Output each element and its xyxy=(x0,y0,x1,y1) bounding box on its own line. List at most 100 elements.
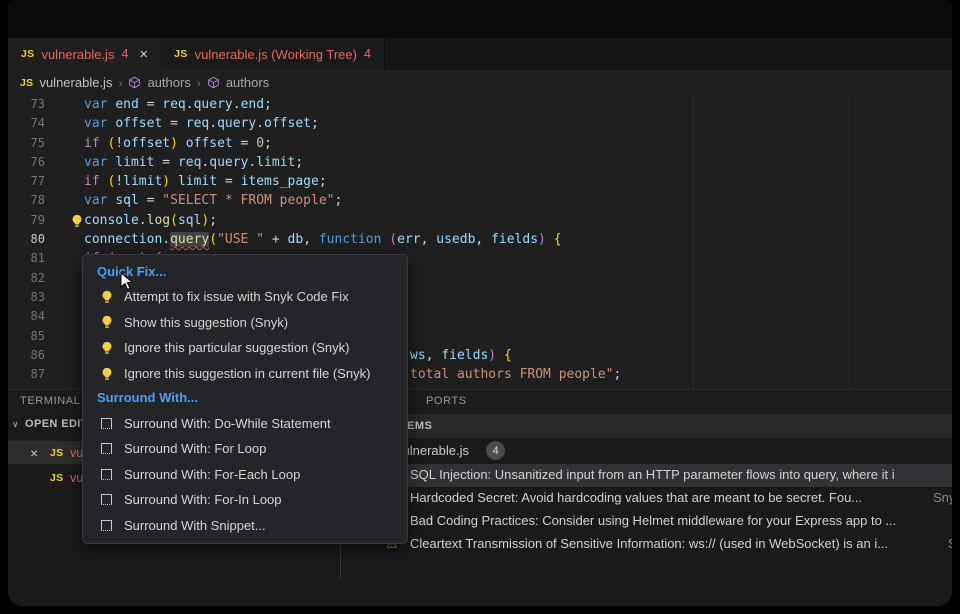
mouse-cursor-icon xyxy=(120,272,136,292)
code-token: "SELECT * FROM people" xyxy=(162,193,334,208)
line-number: 82 xyxy=(8,269,66,288)
code-token: . xyxy=(256,116,264,131)
close-icon[interactable]: × xyxy=(30,445,38,461)
problems-count-badge: 4 xyxy=(486,441,505,460)
code-token: ; xyxy=(264,136,272,151)
line-number: 73 xyxy=(8,95,66,114)
code-token: = xyxy=(162,116,185,131)
vscode-window: JS vulnerable.js 4 × JS vulnerable.js (W… xyxy=(8,0,952,606)
code-token: query xyxy=(217,116,256,131)
code-token: if xyxy=(84,136,107,151)
problems-panel: PROBLEMS vulnerable.js 4 ⚠SQL Injection:… xyxy=(340,413,952,606)
code-token: if xyxy=(84,174,107,189)
code-token: query xyxy=(209,155,248,170)
code-token: sql xyxy=(178,213,201,228)
menu-item[interactable]: Surround With: Do-While Statement xyxy=(83,410,407,436)
code-token: ; xyxy=(209,213,217,228)
code-token: req xyxy=(178,155,201,170)
code-line-78: 78 var sql = "SELECT * FROM people"; xyxy=(8,191,952,210)
js-file-icon: JS xyxy=(50,472,63,484)
problem-row[interactable]: ⚠SQL Injection: Unsanitized input from a… xyxy=(340,464,952,487)
problem-row[interactable]: ⚠Hardcoded Secret: Avoid hardcoding valu… xyxy=(340,487,952,510)
line-number: 74 xyxy=(8,114,66,133)
highlighted-symbol-query: query xyxy=(170,232,209,247)
code-token: log xyxy=(147,213,170,228)
surround-snippet-icon xyxy=(99,492,114,507)
menu-item-label: Surround With: Do-While Statement xyxy=(124,416,331,431)
breadcrumb-file[interactable]: vulnerable.js xyxy=(39,75,112,90)
code-token: items_page xyxy=(241,174,319,189)
tab-label: vulnerable.js xyxy=(41,47,114,62)
problem-row[interactable]: ⚠Bad Coding Practices: Consider using He… xyxy=(340,510,952,533)
code-token: { xyxy=(504,348,512,363)
line-number: 87 xyxy=(8,365,66,384)
code-token xyxy=(546,232,554,247)
tab-problem-count: 4 xyxy=(364,47,371,61)
code-line-80: 80connection.query("USE " + db, function… xyxy=(8,230,952,249)
breadcrumb-symbol[interactable]: authors xyxy=(147,75,190,90)
js-file-icon: JS xyxy=(20,77,33,89)
problem-message: Bad Coding Practices: Consider using Hel… xyxy=(410,513,896,528)
code-token: limit xyxy=(123,174,162,189)
line-number: 75 xyxy=(8,134,66,153)
lightbulb-icon xyxy=(99,315,114,330)
code-token: sql xyxy=(115,193,138,208)
lightbulb-icon xyxy=(99,366,114,381)
code-token: end xyxy=(241,97,264,112)
code-token: ( xyxy=(170,213,178,228)
menu-item[interactable]: Surround With Snippet... xyxy=(83,513,407,539)
code-token: ; xyxy=(334,193,342,208)
code-token: , xyxy=(475,232,491,247)
tab-vulnerable-js[interactable]: JS vulnerable.js 4 × xyxy=(8,38,161,70)
problem-row[interactable]: ⚠Cleartext Transmission of Sensitive Inf… xyxy=(340,533,952,556)
line-number: 77 xyxy=(8,172,66,191)
code-token: ! xyxy=(115,174,123,189)
code-token: ) xyxy=(488,348,496,363)
code-token: ! xyxy=(115,136,123,151)
problem-source-label: Snyk xyxy=(933,490,952,505)
line-number: 78 xyxy=(8,191,66,210)
code-token: function xyxy=(319,232,389,247)
code-token: ( xyxy=(209,232,217,247)
code-token: var xyxy=(84,116,115,131)
menu-item-label: Surround With: For-In Loop xyxy=(124,492,282,507)
menu-item[interactable]: Surround With: For-In Loop xyxy=(83,487,407,513)
line-number: 76 xyxy=(8,153,66,172)
code-token: , xyxy=(303,232,319,247)
code-line-76: 76var limit = req.query.limit; xyxy=(8,153,952,172)
code-token: { xyxy=(554,232,562,247)
menu-item[interactable]: Surround With: For-Each Loop xyxy=(83,462,407,488)
panel-tab-ports[interactable]: PORTS xyxy=(426,395,467,407)
panel-tab-terminal[interactable]: TERMINAL xyxy=(20,395,80,407)
symbol-module-icon xyxy=(128,76,141,89)
quick-fix-context-menu: Quick Fix...Attempt to fix issue with Sn… xyxy=(82,254,408,544)
code-token: var xyxy=(84,193,115,208)
menu-item-label: Ignore this particular suggestion (Snyk) xyxy=(124,340,349,355)
menu-item[interactable]: Surround With: For Loop xyxy=(83,436,407,462)
code-token xyxy=(178,136,186,151)
code-token: fields xyxy=(491,232,538,247)
problems-file-row[interactable]: vulnerable.js 4 xyxy=(340,439,952,463)
menu-item[interactable]: Ignore this suggestion in current file (… xyxy=(83,361,407,387)
code-token: connection xyxy=(84,232,162,247)
menu-item-label: Surround With Snippet... xyxy=(124,518,266,533)
problem-message: Cleartext Transmission of Sensitive Info… xyxy=(410,536,888,551)
code-token: ) xyxy=(162,174,170,189)
close-icon[interactable]: × xyxy=(139,47,148,62)
code-token: console xyxy=(84,213,139,228)
menu-section-header: Surround With... xyxy=(83,386,407,410)
code-token: fields xyxy=(441,348,488,363)
breadcrumb: JS vulnerable.js › authors › authors xyxy=(8,70,952,95)
code-token: offset xyxy=(123,136,170,151)
code-token: = xyxy=(139,193,162,208)
tab-label: vulnerable.js (Working Tree) xyxy=(195,47,357,62)
surround-snippet-icon xyxy=(99,441,114,456)
tab-vulnerable-js-working-tree[interactable]: JS vulnerable.js (Working Tree) 4 xyxy=(161,38,385,70)
chevron-right-icon: › xyxy=(197,76,201,90)
menu-item[interactable]: Ignore this particular suggestion (Snyk) xyxy=(83,335,407,361)
menu-item[interactable]: Show this suggestion (Snyk) xyxy=(83,310,407,336)
line-number: 81 xyxy=(8,249,66,268)
code-token: , xyxy=(421,232,437,247)
code-token: . xyxy=(186,97,194,112)
breadcrumb-symbol[interactable]: authors xyxy=(226,75,269,90)
